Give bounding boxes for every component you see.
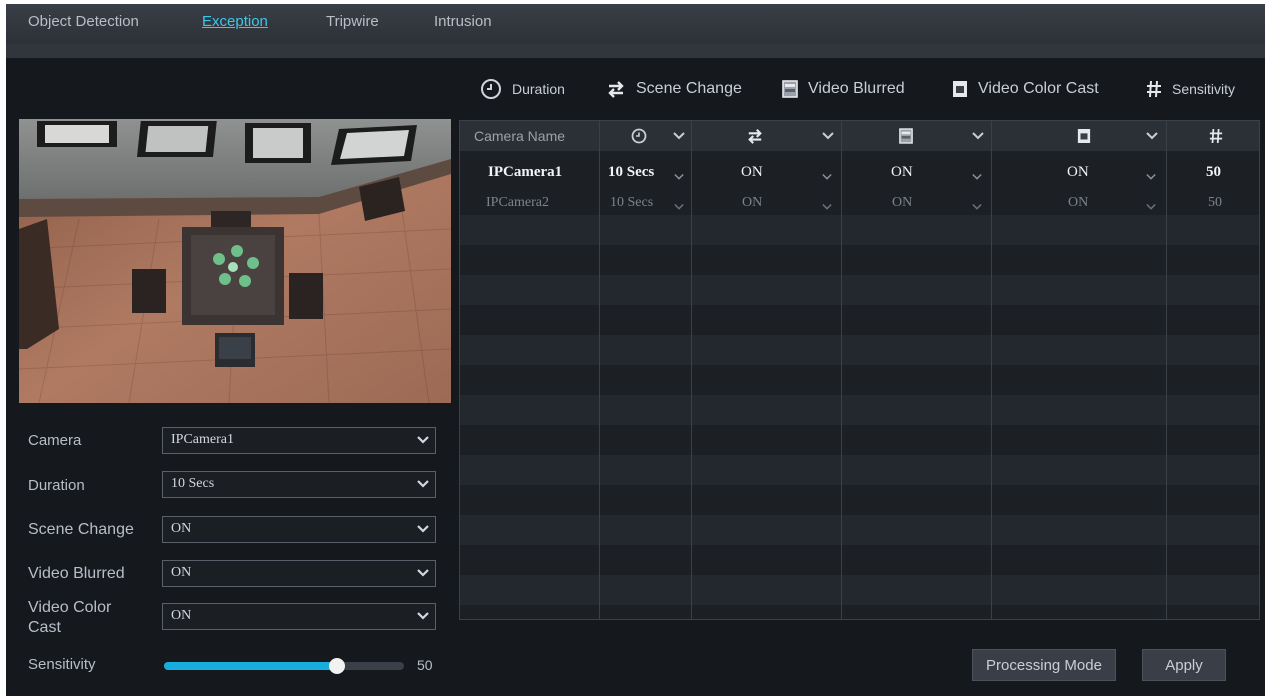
color-cast-icon (952, 80, 968, 98)
header-duration-dropdown[interactable] (673, 129, 685, 147)
cell-scene-change[interactable]: ON (742, 195, 762, 211)
scene-change-select[interactable]: ON (162, 516, 436, 543)
camera-label: Camera (28, 432, 82, 449)
table-header (460, 121, 1259, 151)
chevron-down-icon[interactable] (674, 199, 684, 217)
blurred-screen-icon (899, 127, 913, 150)
clock-icon (630, 127, 648, 150)
cell-sensitivity[interactable]: 50 (1206, 164, 1221, 181)
header-video-color-cast-dropdown[interactable] (1146, 129, 1158, 147)
cell-duration[interactable]: 10 Secs (608, 164, 654, 181)
video-blurred-label: Video Blurred (28, 565, 125, 582)
swap-arrows-icon (606, 80, 626, 98)
apply-button[interactable]: Apply (1142, 649, 1226, 681)
cell-duration[interactable]: 10 Secs (610, 195, 653, 211)
sensitivity-value: 50 (417, 657, 433, 673)
clock-icon (480, 78, 502, 100)
chevron-down-icon[interactable] (972, 199, 982, 217)
tab-divider (6, 44, 1265, 58)
slider-handle[interactable] (329, 658, 345, 674)
cell-camera-name: IPCamera2 (486, 195, 549, 210)
chevron-down-icon[interactable] (1146, 199, 1156, 217)
chevron-down-icon (417, 522, 429, 541)
hash-icon (1209, 127, 1223, 150)
legend-duration: Duration (480, 76, 565, 102)
sensitivity-slider[interactable] (164, 656, 404, 674)
chevron-down-icon (417, 566, 429, 585)
video-color-cast-label: Video Color Cast (28, 599, 112, 636)
cell-video-blurred[interactable]: ON (891, 164, 913, 181)
cell-camera-name: IPCamera1 (488, 164, 563, 180)
chevron-down-icon[interactable] (822, 169, 832, 187)
sensitivity-label: Sensitivity (28, 656, 96, 673)
tab-intrusion[interactable]: Intrusion (434, 13, 492, 30)
cell-video-blurred[interactable]: ON (892, 195, 912, 211)
video-color-cast-select[interactable]: ON (162, 603, 436, 630)
camera-preview[interactable] (19, 119, 451, 403)
scene-change-label: Scene Change (28, 521, 134, 538)
tab-tripwire[interactable]: Tripwire (326, 13, 379, 30)
legend-sensitivity: Sensitivity (1146, 76, 1235, 102)
chevron-down-icon (417, 433, 429, 452)
chevron-down-icon[interactable] (822, 199, 832, 217)
legend-scene-change: Scene Change (606, 76, 742, 102)
duration-select[interactable]: 10 Secs (162, 471, 436, 498)
camera-select[interactable]: IPCamera1 (162, 427, 436, 454)
chevron-down-icon[interactable] (1146, 169, 1156, 187)
chevron-down-icon (417, 609, 429, 628)
header-video-blurred-dropdown[interactable] (972, 129, 984, 147)
duration-label: Duration (28, 477, 85, 494)
legend-video-color-cast: Video Color Cast (952, 76, 1099, 102)
header-camera-name: Camera Name (474, 128, 566, 144)
video-blurred-select[interactable]: ON (162, 560, 436, 587)
legend-video-blurred: Video Blurred (782, 76, 905, 102)
chevron-down-icon[interactable] (972, 169, 982, 187)
cell-video-color-cast[interactable]: ON (1067, 164, 1089, 181)
tab-bar: Object Detection Exception Tripwire Intr… (6, 4, 1265, 44)
tab-exception[interactable]: Exception (202, 13, 268, 30)
camera-exception-table: Camera Name IPCamera1 10 Secs ON ON ON 5… (459, 120, 1260, 620)
chevron-down-icon[interactable] (674, 169, 684, 187)
tab-object-detection[interactable]: Object Detection (28, 13, 139, 30)
processing-mode-button[interactable]: Processing Mode (972, 649, 1116, 681)
exception-settings-window: Object Detection Exception Tripwire Intr… (6, 4, 1265, 696)
chevron-down-icon (417, 477, 429, 496)
cell-scene-change[interactable]: ON (741, 164, 763, 181)
blurred-screen-icon (782, 80, 798, 98)
cell-video-color-cast[interactable]: ON (1068, 195, 1088, 211)
color-cast-icon (1077, 127, 1091, 150)
slider-fill (164, 662, 337, 670)
hash-icon (1146, 80, 1162, 98)
header-scene-change-dropdown[interactable] (822, 129, 834, 147)
swap-arrows-icon (746, 128, 764, 149)
cell-sensitivity[interactable]: 50 (1208, 195, 1222, 211)
